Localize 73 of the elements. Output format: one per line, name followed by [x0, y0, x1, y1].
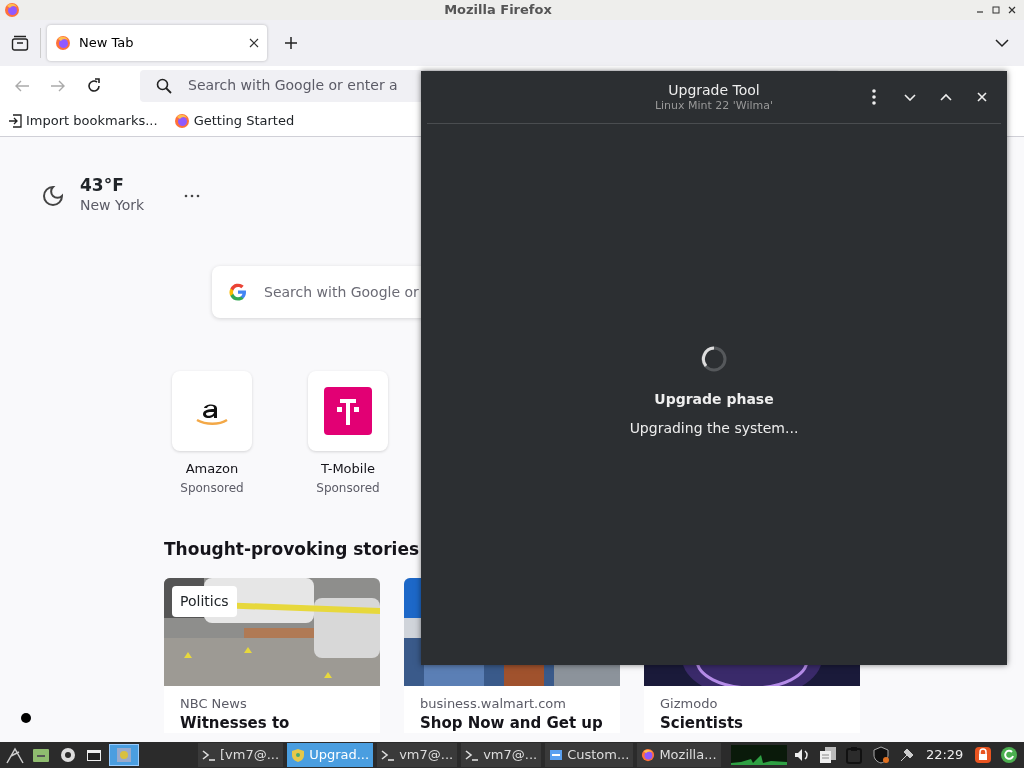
temperature: 43°F — [80, 175, 125, 196]
taskbar-item[interactable]: vm7@... — [461, 743, 542, 767]
shield-icon — [291, 748, 306, 762]
cursor-dot — [21, 713, 31, 723]
kebab-menu-icon — [872, 89, 876, 105]
story-card[interactable]: Politics NBC News Witnesses to — [164, 578, 380, 733]
address-placeholder: Search with Google or enter a — [188, 76, 398, 95]
status-text: Upgrading the system... — [629, 419, 799, 438]
shortcut-tile[interactable] — [172, 371, 252, 451]
story-headline: Shop Now and Get up — [420, 713, 604, 733]
window-subtitle: Linux Mint 22 'Wilma' — [654, 98, 774, 115]
more-button[interactable] — [184, 193, 201, 198]
chevron-up-icon — [940, 93, 952, 101]
browser-tab[interactable]: New Tab — [47, 25, 267, 61]
arrow-right-icon — [50, 78, 66, 93]
tray-icon — [11, 35, 29, 51]
story-headline: Witnesses to — [180, 713, 291, 733]
lock-icon — [973, 746, 992, 764]
notes-icon — [819, 746, 837, 764]
cpu-graph-icon — [730, 745, 787, 765]
bookmark-item[interactable]: Import bookmarks... — [8, 110, 158, 131]
window-icon — [549, 748, 564, 762]
story-source: NBC News — [180, 695, 248, 713]
google-icon — [228, 282, 248, 302]
story-source: Gizmodo — [660, 695, 719, 713]
city-name: New York — [80, 196, 145, 216]
terminal-icon — [381, 748, 396, 762]
search-icon — [156, 77, 172, 94]
taskbar-item[interactable]: vm7@... — [377, 743, 458, 767]
story-source: business.walmart.com — [420, 695, 567, 713]
chevron-down-icon — [995, 38, 1009, 48]
taskbar-item[interactable]: Mozilla... — [637, 743, 721, 767]
t-logo-icon — [324, 387, 372, 435]
close-icon[interactable] — [1008, 6, 1016, 14]
spinner-icon — [700, 345, 728, 373]
window-title: Upgrade Tool — [668, 83, 760, 99]
window-thumbnail-icon — [116, 747, 132, 763]
clipboard-icon — [845, 746, 864, 764]
search-placeholder: Search with Google or — [264, 282, 419, 302]
moon-icon — [42, 184, 64, 207]
category-tag: Politics — [172, 586, 237, 617]
story-headline: Scientists — [660, 713, 745, 733]
window-title: Mozilla Firefox — [443, 1, 553, 20]
update-icon — [999, 746, 1018, 764]
phase-heading: Upgrade phase — [654, 390, 774, 409]
arrow-left-icon — [14, 78, 30, 93]
firefox-icon — [4, 2, 20, 18]
import-icon — [8, 113, 22, 128]
bookmark-item[interactable]: Getting Started — [173, 110, 295, 131]
firefox-icon — [173, 112, 190, 129]
site-name: T-Mobile — [320, 460, 376, 478]
terminal-icon — [202, 748, 217, 762]
sponsored-label: Sponsored — [180, 479, 244, 497]
close-icon — [977, 92, 987, 102]
sponsored-label: Sponsored — [316, 479, 380, 497]
firefox-icon — [55, 35, 71, 51]
taskbar-item[interactable]: Custom... — [545, 743, 634, 767]
reload-icon — [86, 77, 102, 94]
close-icon[interactable] — [249, 38, 259, 48]
section-heading: Thought-provoking stories — [164, 537, 421, 561]
chevron-down-icon — [904, 93, 916, 101]
firefox-icon — [641, 748, 656, 762]
shield-icon — [871, 746, 890, 764]
taskbar-item[interactable]: [vm7@... — [198, 743, 284, 767]
terminal-icon — [465, 748, 480, 762]
plus-icon — [284, 36, 298, 50]
site-name: Amazon — [185, 460, 239, 478]
maximize-icon[interactable] — [992, 6, 1000, 14]
shortcut-tile[interactable] — [308, 371, 388, 451]
folder-icon — [32, 746, 51, 764]
workspace-switcher[interactable] — [109, 744, 139, 766]
more-icon — [184, 193, 201, 198]
clock: 22:29 — [924, 746, 965, 765]
